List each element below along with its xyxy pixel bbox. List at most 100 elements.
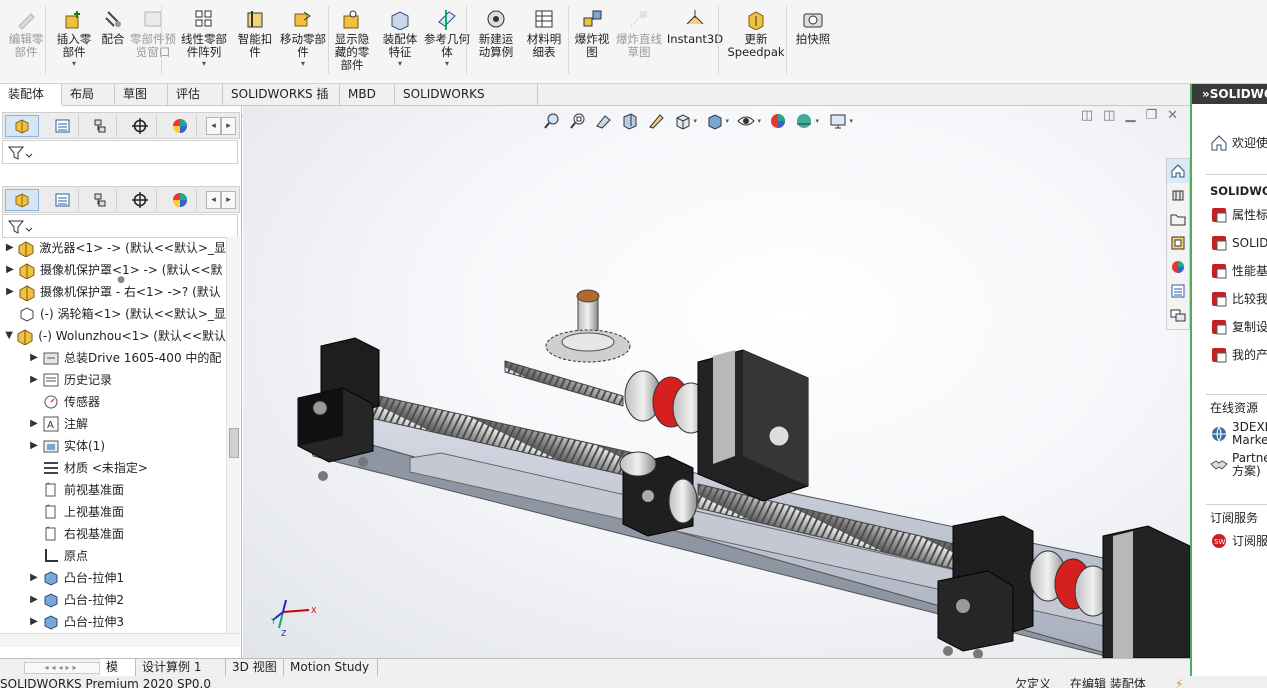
ribbon-button-exploded-view[interactable]: 爆炸视图 — [570, 4, 614, 82]
scrollbar-thumb[interactable] — [229, 428, 239, 458]
property-filter-bar[interactable] — [2, 140, 238, 164]
tree-item[interactable]: ▶ 总装Drive 1605-400 中的配 — [0, 347, 226, 369]
propertymanager-tab-2[interactable] — [45, 189, 79, 211]
command-tab[interactable]: 评估 — [168, 84, 223, 106]
rebuild-icon[interactable]: ⚡ — [1175, 676, 1183, 688]
command-tab[interactable]: 布局 — [62, 84, 115, 106]
expand-chevron-icon[interactable]: ▶ — [28, 347, 40, 369]
solidworks-resource-link[interactable]: 比较我 — [1210, 288, 1267, 310]
expand-chevron-icon[interactable]: ▶ — [28, 567, 40, 589]
tree-item[interactable]: 右视基准面 — [0, 523, 226, 545]
tree-item[interactable]: ▶ 摄像机保护罩<1> -> (默认<<默 — [0, 259, 226, 281]
view-tab[interactable]: 3D 视图 — [226, 659, 284, 676]
ribbon-button-smart-fasteners[interactable]: 智能扣件 — [234, 4, 276, 82]
ribbon-button-explode-line-sketch[interactable]: 爆炸直线草图 — [616, 4, 662, 82]
configurationmanager-tab[interactable] — [83, 115, 117, 137]
ribbon-button-bill-of-materials[interactable]: 材料明细表 — [522, 4, 566, 82]
expand-chevron-icon[interactable]: ▶ — [28, 589, 40, 611]
home-tab[interactable] — [1167, 159, 1189, 183]
3dexperience-marketplace-link[interactable]: 3DEXPMarket — [1210, 419, 1267, 449]
tree-item[interactable]: ▶ 摄像机保护罩 - 右<1> ->? (默认 — [0, 281, 226, 303]
ribbon-button-edit-component[interactable]: 编辑零部件 — [4, 4, 48, 82]
tree-item[interactable]: ▶ 凸台-拉伸2 — [0, 589, 226, 611]
tree-item[interactable]: 传感器 — [0, 391, 226, 413]
ribbon-button-component-preview[interactable]: 零部件预览窗口 — [130, 4, 176, 82]
tree-vertical-scrollbar[interactable] — [226, 237, 240, 633]
appearances-tab[interactable] — [1167, 255, 1189, 279]
tree-item[interactable]: 材质 <未指定> — [0, 457, 226, 479]
subscription-services-link[interactable]: SW 订阅服 — [1210, 530, 1267, 552]
file-explorer-tab[interactable] — [1167, 207, 1189, 231]
ribbon-button-assembly-features[interactable]: 装配体特征 ▾ — [378, 4, 422, 82]
tree-item[interactable]: ▶ 历史记录 — [0, 369, 226, 391]
partner-solutions-link[interactable]: Partne 方案) — [1210, 450, 1267, 480]
command-tab[interactable]: 草图 — [115, 84, 168, 106]
tab-scroll-right-button[interactable]: ▸ — [221, 117, 236, 135]
ribbon-button-show-hidden[interactable]: 显示隐藏的零部件 — [330, 4, 374, 82]
tab-scroll-left-button[interactable]: ◂ — [206, 117, 221, 135]
tree-item[interactable]: 原点 — [0, 545, 226, 567]
expand-chevron-icon[interactable]: ▶ — [28, 413, 40, 435]
tree-item[interactable]: ▶ 凸台-拉伸1 — [0, 567, 226, 589]
configurationmanager-tab-2[interactable] — [83, 189, 117, 211]
solidworks-resource-link[interactable]: 复制设 — [1210, 316, 1267, 338]
expand-chevron-icon[interactable]: ▶ — [28, 369, 40, 391]
command-tab[interactable]: SOLIDWORKS Inspection — [395, 84, 538, 122]
tree-item[interactable]: 前视基准面 — [0, 479, 226, 501]
view-tab[interactable]: 模型 — [100, 659, 136, 690]
welcome-link[interactable]: 欢迎使 — [1210, 132, 1267, 154]
displaymanager-tab-2[interactable] — [163, 189, 197, 211]
expand-chevron-icon[interactable]: ▶ — [4, 281, 16, 303]
command-tab[interactable]: MBD — [340, 84, 395, 106]
solidworks-resource-link[interactable]: 我的产 — [1210, 344, 1267, 366]
forum-tab[interactable] — [1167, 303, 1189, 327]
3d-model-view[interactable] — [243, 106, 1190, 658]
view-tab[interactable]: 设计算例 1 — [136, 659, 226, 676]
chevron-down-icon[interactable]: ▾ — [202, 59, 206, 68]
collapse-chevron-icon[interactable]: ▼ — [4, 325, 14, 347]
ribbon-button-new-motion-study[interactable]: 新建运动算例 — [474, 4, 518, 82]
tree-item[interactable]: ▶ A 注解 — [0, 413, 226, 435]
tab-scroll-arrows[interactable]: ◂◂◂▸▸ — [24, 662, 100, 674]
featuremanager-tab[interactable] — [5, 115, 39, 137]
dimxpert-tab[interactable] — [123, 115, 157, 137]
ribbon-button-update-speedpak[interactable]: 更新Speedpak — [727, 4, 785, 82]
tab-scroll-left-button-2[interactable]: ◂ — [206, 191, 221, 209]
tab-scroll-right-button-2[interactable]: ▸ — [221, 191, 236, 209]
displaymanager-tab[interactable] — [163, 115, 197, 137]
ribbon-button-reference-geometry[interactable]: 参考几何体 ▾ — [424, 4, 470, 82]
ribbon-button-move-component[interactable]: 移动零部件 ▾ — [280, 4, 326, 82]
solidworks-resource-link[interactable]: SOLIDW — [1210, 232, 1267, 254]
expand-chevron-icon[interactable]: ▶ — [28, 611, 40, 633]
graphics-area[interactable]: ▾ ▾ ▾ ▾ ▾ ◫ ◫ ▁ ❐ ✕ X Y Z — [243, 106, 1190, 658]
ribbon-button-snapshot[interactable]: 拍快照 — [792, 4, 834, 82]
expand-chevron-icon[interactable]: ▶ — [28, 435, 40, 457]
tree-item[interactable]: ▶ 激光器<1> -> (默认<<默认>_显 — [0, 237, 226, 259]
solidworks-resource-link[interactable]: 性能基 — [1210, 260, 1267, 282]
view-tab[interactable]: Motion Study 1 — [284, 659, 378, 690]
solidworks-resource-link[interactable]: 属性标 — [1210, 204, 1267, 226]
featuremanager-tab-2[interactable] — [5, 189, 39, 211]
tree-item[interactable]: ▶ 实体(1) — [0, 435, 226, 457]
view-palette-tab[interactable] — [1167, 231, 1189, 255]
command-tab[interactable]: 装配体 — [0, 84, 62, 106]
ribbon-button-linear-pattern[interactable]: 线性零部件阵列 ▾ — [176, 4, 232, 82]
expand-chevron-icon[interactable]: ▶ — [4, 237, 15, 259]
chevron-down-icon[interactable]: ▾ — [445, 59, 449, 68]
tree-item[interactable]: ▼ (-) Wolunzhou<1> (默认<<默认 — [0, 325, 226, 347]
chevron-down-icon[interactable]: ▾ — [72, 59, 76, 68]
tree-item[interactable]: ▶ 凸台-拉伸3 — [0, 611, 226, 633]
tree-horizontal-scrollbar[interactable] — [0, 633, 240, 647]
chevron-down-icon[interactable]: ▾ — [301, 59, 305, 68]
chevron-down-icon[interactable]: ▾ — [398, 59, 402, 68]
design-library-tab[interactable] — [1167, 183, 1189, 207]
dimxpert-tab-2[interactable] — [123, 189, 157, 211]
propertymanager-tab[interactable] — [45, 115, 79, 137]
tree-filter-bar[interactable] — [2, 214, 238, 238]
custom-properties-tab[interactable] — [1167, 279, 1189, 303]
ribbon-button-instant3d[interactable]: Instant3D — [666, 4, 724, 82]
tree-item[interactable]: 上视基准面 — [0, 501, 226, 523]
command-tab[interactable]: SOLIDWORKS 插件 — [223, 84, 340, 122]
tree-item[interactable]: (-) 涡轮箱<1> (默认<<默认>_显 — [0, 303, 226, 325]
ribbon-button-mate[interactable]: 配合 — [98, 4, 128, 82]
